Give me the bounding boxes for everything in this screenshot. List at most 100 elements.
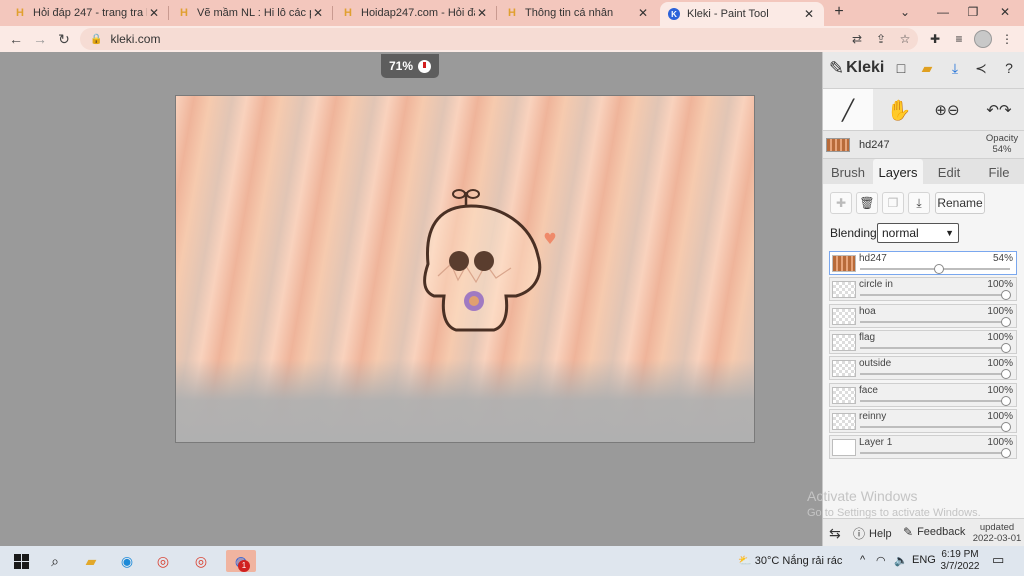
language-indicator[interactable]: ENG [912, 554, 936, 566]
new-tab-button[interactable]: + [830, 3, 848, 21]
address-input[interactable]: 🔒 kleki.com [80, 28, 918, 50]
translate-icon[interactable]: ⇄ [848, 30, 866, 48]
help-icon[interactable]: ? [999, 58, 1019, 78]
minimize-button[interactable]: — [928, 2, 958, 22]
rotation-icon[interactable] [418, 59, 432, 73]
reading-list-icon[interactable]: ≡ [950, 30, 968, 48]
blending-select[interactable]: normal ▼ [877, 223, 959, 243]
layer-row[interactable]: hoa 100% [829, 304, 1017, 328]
delete-layer-button[interactable]: 🗑 [856, 192, 878, 214]
layer-thumbnail [832, 387, 856, 404]
new-image-icon[interactable]: □ [891, 58, 911, 78]
chrome-icon[interactable]: ◎ [152, 550, 174, 572]
layer-opacity-slider[interactable] [860, 373, 1010, 375]
opacity-slider-knob[interactable] [933, 264, 944, 274]
merge-down-button[interactable]: ⤓ [908, 192, 930, 214]
close-tab-icon[interactable]: ✕ [475, 6, 489, 20]
layer-row[interactable]: reinny 100% [829, 409, 1017, 433]
bookmark-star-icon[interactable]: ☆ [896, 30, 914, 48]
zoom-tool-button[interactable]: ⊕⊖ [927, 89, 967, 131]
network-icon[interactable]: ◠ [876, 554, 886, 567]
browser-tab[interactable]: H Vẽ mầm NL : Hi lô các pác , n ✕ [170, 2, 333, 24]
weather-text: 30°C Nắng rải rác [754, 555, 843, 567]
hand-icon: ✋ [886, 99, 912, 122]
browser-tab[interactable]: H Hoidap247.com - Hỏi đáp on ✕ [334, 2, 497, 24]
forward-button[interactable]: → [30, 29, 50, 49]
layer-name: Layer 1 [859, 437, 893, 448]
zoom-in-out-icon: ⊕⊖ [934, 102, 960, 119]
layer-row[interactable]: hd247 54% [829, 251, 1017, 275]
layer-row[interactable]: flag 100% [829, 330, 1017, 354]
close-tab-icon[interactable]: ✕ [636, 6, 650, 20]
browser-tab-active[interactable]: K Kleki - Paint Tool ✕ [660, 2, 824, 26]
address-bar-row: ← → ↻ 🔒 kleki.com ⇄ ⇪ ☆ ✚ ≡ ⋮ [0, 26, 1024, 52]
download-icon[interactable]: ⤓ [945, 58, 965, 78]
lock-icon[interactable]: 🔒 [90, 34, 102, 45]
hand-tool-button[interactable]: ✋ [879, 89, 919, 131]
volume-icon[interactable]: 🔈 [894, 554, 908, 567]
opacity-slider-knob[interactable] [1001, 448, 1011, 458]
restore-button[interactable]: ❐ [958, 2, 988, 22]
drawing-canvas[interactable] [175, 95, 755, 443]
tab-brush[interactable]: Brush [825, 159, 871, 185]
tray-overflow-icon[interactable]: ^ [860, 554, 865, 566]
layer-opacity-slider[interactable] [860, 426, 1010, 428]
duplicate-layer-button[interactable]: ❐ [882, 192, 904, 214]
profile-avatar[interactable] [974, 30, 992, 48]
layer-opacity: 100% [987, 306, 1013, 317]
feedback-button[interactable]: ✎ Feedback [903, 525, 965, 539]
undo-redo-button[interactable]: ↶↷ [977, 89, 1021, 131]
layer-opacity-slider[interactable] [860, 321, 1010, 323]
layer-row[interactable]: circle in 100% [829, 277, 1017, 301]
back-button[interactable]: ← [6, 29, 26, 49]
share-icon[interactable]: ⇪ [872, 30, 890, 48]
windows-start-button[interactable] [10, 550, 32, 572]
layer-opacity-slider[interactable] [860, 452, 1010, 454]
search-icon[interactable]: ⌕ [44, 550, 66, 572]
file-explorer-icon[interactable]: ▰ [80, 550, 102, 572]
layer-row[interactable]: face 100% [829, 383, 1017, 407]
browser-tab[interactable]: H Thông tin cá nhân ✕ [498, 2, 658, 24]
opacity-slider-knob[interactable] [1001, 290, 1011, 300]
clock[interactable]: 6:19 PM 3/7/2022 [938, 549, 982, 573]
add-layer-button[interactable]: ✚ [830, 192, 852, 214]
extensions-icon[interactable]: ✚ [926, 30, 944, 48]
help-button[interactable]: ⓘ Help [853, 525, 892, 542]
brush-tool-button[interactable]: ╱ [823, 89, 873, 131]
layer-opacity-slider[interactable] [860, 400, 1010, 402]
opacity-slider-knob[interactable] [1001, 369, 1011, 379]
tab-file[interactable]: File [975, 159, 1023, 185]
swap-side-icon[interactable]: ⇆ [829, 525, 841, 542]
rename-button[interactable]: Rename [935, 192, 985, 214]
weather-widget[interactable]: ⛅ 30°C Nắng rải rác [738, 554, 842, 567]
layer-name: hoa [859, 306, 876, 317]
updated-info[interactable]: updated 2022-03-01 [971, 522, 1023, 544]
opacity-slider-knob[interactable] [1001, 317, 1011, 327]
layer-row[interactable]: Layer 1 100% [829, 435, 1017, 459]
updated-label: updated [979, 522, 1015, 533]
share-icon[interactable]: ≺ [971, 58, 991, 78]
close-tab-icon[interactable]: ✕ [802, 7, 816, 21]
opacity-slider-knob[interactable] [1001, 422, 1011, 432]
menu-icon[interactable]: ⋮ [998, 30, 1016, 48]
browser-tab[interactable]: H Hỏi đáp 247 - trang tra loi ✕ [6, 2, 169, 24]
reload-button[interactable]: ↻ [54, 29, 74, 49]
layer-opacity: 100% [987, 437, 1013, 448]
chrome-profile-icon[interactable]: ◎ [190, 550, 212, 572]
layer-row[interactable]: outside 100% [829, 356, 1017, 380]
close-tab-icon[interactable]: ✕ [311, 6, 325, 20]
edge-icon[interactable]: ◉ [116, 550, 138, 572]
notification-icon[interactable]: ▭ [992, 552, 1004, 568]
open-folder-icon[interactable]: ▰ [917, 58, 937, 78]
tab-search-button[interactable]: ⌄ [890, 2, 920, 22]
close-tab-icon[interactable]: ✕ [147, 6, 161, 20]
layer-opacity-slider[interactable] [860, 294, 1010, 296]
opacity-slider-knob[interactable] [1001, 343, 1011, 353]
zoom-indicator[interactable]: 71% [381, 54, 439, 78]
layer-opacity-slider[interactable] [860, 347, 1010, 349]
tab-layers[interactable]: Layers [873, 159, 923, 185]
canvas-viewport[interactable]: 71% [0, 52, 822, 546]
opacity-slider-knob[interactable] [1001, 396, 1011, 406]
tab-edit[interactable]: Edit [925, 159, 973, 185]
close-window-button[interactable]: ✕ [990, 2, 1020, 22]
